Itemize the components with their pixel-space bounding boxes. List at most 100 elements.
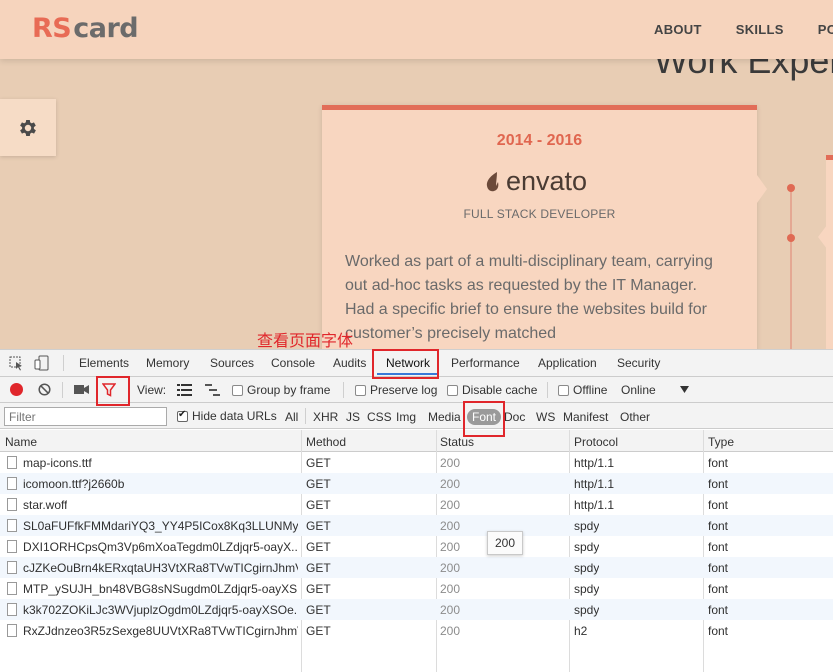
request-protocol: h2: [574, 624, 588, 638]
timeline-dot: [787, 234, 795, 242]
request-method: GET: [306, 603, 331, 617]
file-icon: [7, 498, 17, 511]
filter-type-ws[interactable]: WS: [536, 410, 555, 424]
experience-years: 2014 - 2016: [496, 132, 583, 149]
filter-bar: Hide data URLs All XHR JS CSS Img Media …: [0, 403, 833, 429]
request-protocol: http/1.1: [574, 456, 615, 470]
request-method: GET: [306, 477, 331, 491]
filter-type-js[interactable]: JS: [346, 410, 360, 424]
checkbox[interactable]: [447, 384, 458, 396]
column-method[interactable]: Method: [306, 435, 346, 449]
table-row[interactable]: SL0aFUFfkFMMdariYQ3_YY4P5ICox8Kq3LLUNMyl…: [0, 515, 833, 536]
table-row[interactable]: MTP_ySUJH_bn48VBG8sNSugdm0LZdjqr5-oayXS.…: [0, 578, 833, 599]
capture-screenshots-icon[interactable]: [74, 384, 89, 395]
request-method: GET: [306, 561, 331, 575]
filter-type-media[interactable]: Media: [428, 410, 461, 424]
large-rows-icon[interactable]: [177, 384, 192, 396]
table-row[interactable]: DXI1ORHCpsQm3Vp6mXoaTegdm0LZdjqr5-oayX..…: [0, 536, 833, 557]
nav-portfolio[interactable]: POR: [818, 22, 833, 37]
toolbar-divider: [63, 355, 64, 371]
request-protocol: spdy: [574, 540, 600, 554]
hide-data-urls-toggle[interactable]: Hide data URLs: [177, 409, 277, 423]
request-protocol: spdy: [574, 603, 600, 617]
highlight-font-filter: [463, 401, 505, 437]
request-status: 200: [440, 603, 461, 617]
table-row[interactable]: k3k702ZOKiLJc3WVjuplzOgdm0LZdjqr5-oayXSO…: [0, 599, 833, 620]
table-row[interactable]: icomoon.ttf?j2660b GET 200 http/1.1 font: [0, 473, 833, 494]
dropdown-arrow-icon[interactable]: [680, 386, 689, 393]
waterfall-icon[interactable]: [205, 384, 220, 396]
request-status: 200: [440, 498, 461, 512]
column-status[interactable]: Status: [440, 435, 474, 449]
request-status: 200: [440, 624, 461, 638]
filter-type-css[interactable]: CSS: [367, 410, 392, 424]
filter-type-img[interactable]: Img: [396, 410, 416, 424]
job-role: FULL STACK DEVELOPER: [463, 207, 616, 221]
toolbar-divider: [62, 382, 63, 398]
experience-card: 2014 - 2016 envato FULL STACK DEVELOPER …: [322, 105, 757, 349]
highlight-network-tab: [372, 349, 439, 379]
request-name: icomoon.ttf?j2660b: [23, 477, 125, 491]
request-method: GET: [306, 624, 331, 638]
table-row[interactable]: cJZKeOuBrn4kERxqtaUH3VtXRa8TVwTICgirnJhm…: [0, 557, 833, 578]
filter-type-xhr[interactable]: XHR: [313, 410, 338, 424]
filter-type-other[interactable]: Other: [620, 410, 650, 424]
column-name[interactable]: Name: [5, 435, 37, 449]
tab-elements[interactable]: Elements: [79, 356, 129, 370]
request-type: font: [708, 456, 729, 470]
group-by-frame-toggle[interactable]: Group by frame: [232, 383, 330, 397]
request-name: SL0aFUFfkFMMdariYQ3_YY4P5ICox8Kq3LLUNMyl…: [23, 519, 298, 533]
file-icon: [7, 456, 17, 469]
tab-memory[interactable]: Memory: [146, 356, 189, 370]
filter-type-all[interactable]: All: [285, 410, 298, 424]
offline-toggle[interactable]: Offline: [558, 383, 607, 397]
tab-sources[interactable]: Sources: [210, 356, 254, 370]
request-name: map-icons.ttf: [23, 456, 92, 470]
timeline-dot: [787, 184, 795, 192]
site-logo[interactable]: RScard: [32, 13, 139, 44]
tab-console[interactable]: Console: [271, 356, 315, 370]
throttling-select[interactable]: Online: [621, 383, 656, 397]
disable-cache-toggle[interactable]: Disable cache: [447, 383, 537, 397]
request-type: font: [708, 519, 729, 533]
request-protocol: spdy: [574, 582, 600, 596]
nav-about[interactable]: ABOUT: [654, 22, 702, 37]
request-protocol: spdy: [574, 561, 600, 575]
clear-icon[interactable]: [38, 383, 51, 396]
filter-input[interactable]: [4, 407, 167, 426]
preserve-log-toggle[interactable]: Preserve log: [355, 383, 437, 397]
checkbox[interactable]: [558, 384, 569, 396]
table-row[interactable]: RxZJdnzeo3R5zSexge8UUVtXRa8TVwTICgirnJhm…: [0, 620, 833, 641]
record-button[interactable]: [10, 383, 23, 396]
inspect-element-icon[interactable]: [9, 356, 24, 371]
filter-type-manifest[interactable]: Manifest: [563, 410, 608, 424]
preserve-log-label: Preserve log: [370, 383, 438, 397]
request-status: 200: [440, 456, 461, 470]
request-name: DXI1ORHCpsQm3Vp6mXoaTegdm0LZdjqr5-oayX..…: [23, 540, 298, 554]
tab-security[interactable]: Security: [617, 356, 660, 370]
request-type: font: [708, 603, 729, 617]
filter-type-doc[interactable]: Doc: [504, 410, 525, 424]
tab-audits[interactable]: Audits: [333, 356, 366, 370]
checkbox[interactable]: [355, 384, 366, 396]
file-icon: [7, 540, 17, 553]
request-name: k3k702ZOKiLJc3WVjuplzOgdm0LZdjqr5-oayXSO…: [23, 603, 298, 617]
checkbox[interactable]: [177, 409, 188, 422]
device-toolbar-icon[interactable]: [34, 355, 50, 371]
highlight-filter-button: [96, 376, 130, 406]
request-method: GET: [306, 540, 331, 554]
request-name: cJZKeOuBrn4kERxqtaUH3VtXRa8TVwTICgirnJhm…: [23, 561, 298, 575]
company-name: envato: [506, 166, 588, 196]
tab-performance[interactable]: Performance: [451, 356, 520, 370]
column-type[interactable]: Type: [708, 435, 734, 449]
table-row[interactable]: map-icons.ttf GET 200 http/1.1 font: [0, 452, 833, 473]
column-protocol[interactable]: Protocol: [574, 435, 618, 449]
tab-application[interactable]: Application: [538, 356, 597, 370]
nav-skills[interactable]: SKILLS: [736, 22, 784, 37]
table-row[interactable]: star.woff GET 200 http/1.1 font: [0, 494, 833, 515]
settings-button[interactable]: [0, 99, 56, 156]
checkbox[interactable]: [232, 384, 243, 396]
request-table-header: Name Method Status Protocol Type: [0, 430, 833, 452]
website-viewport: RScard ABOUT SKILLS POR Work Exper 2014 …: [0, 0, 833, 349]
request-name: star.woff: [23, 498, 68, 512]
